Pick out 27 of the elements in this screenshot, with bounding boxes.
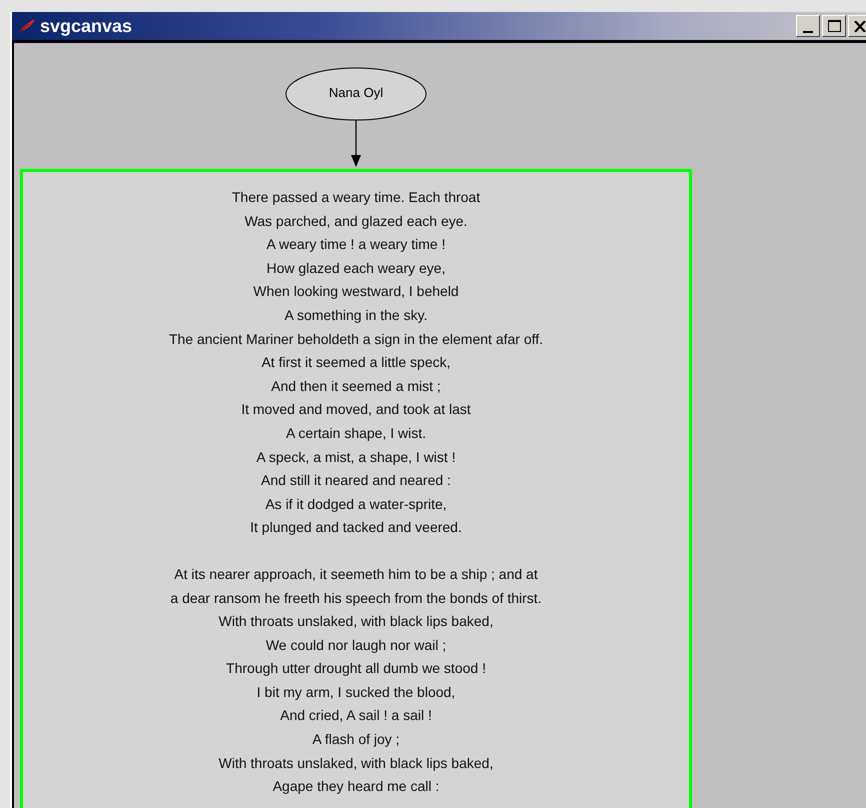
poem-line: A weary time ! a weary time ! — [266, 235, 446, 254]
poem-line: Through utter drought all dumb we stood ! — [226, 659, 486, 678]
poem-line: And still it neared and neared : — [261, 471, 451, 490]
poem-line: At its nearer approach, it seemeth him to be a ship ; and at — [174, 564, 538, 584]
node-label: Nana Oyl — [328, 85, 384, 100]
poem-line: A certain shape, I wist. — [286, 424, 426, 443]
poem-line: It moved and moved, and took at last — [241, 400, 471, 420]
poem-line: When looking westward, I beheld — [253, 282, 459, 302]
poem-line: Was parched, and glazed each eye. — [244, 212, 468, 231]
poem-line: A something in the sky. — [284, 306, 428, 325]
poem-line: At first it seemed a little speck, — [261, 353, 451, 372]
poem-line: A flash of joy ; — [312, 730, 400, 750]
poem-line: With throats unslaked, with black lips baked, — [218, 612, 494, 632]
poem-line: Agape they heard me call : — [272, 777, 440, 796]
poem-line: And cried, A sail ! a sail ! — [280, 706, 432, 726]
poem-line: And then it seemed a mist ; — [271, 376, 441, 396]
poem-line: We could nor laugh nor wail ; — [266, 636, 446, 655]
poem-line: With throats unslaked, with black lips baked, — [218, 754, 494, 773]
poem-line: a dear ransom he freeth his speech from the bonds of thirst. — [170, 588, 542, 608]
poem-line: As if it dodged a water-sprite, — [265, 494, 447, 514]
poem-line: It plunged and tacked and veered. — [250, 518, 462, 538]
poem-line: The ancient Mariner beholdeth a sign in the element afar off. — [168, 330, 544, 349]
poem-line: I bit my arm, I sucked the blood, — [256, 682, 456, 702]
poem-line: How glazed each weary eye, — [266, 258, 446, 278]
poem-line: A speck, a mist, a shape, I wist ! — [256, 448, 456, 467]
window-title: svgcanvas — [40, 16, 132, 36]
poem-line: There passed a weary time. Each throat — [232, 188, 480, 207]
